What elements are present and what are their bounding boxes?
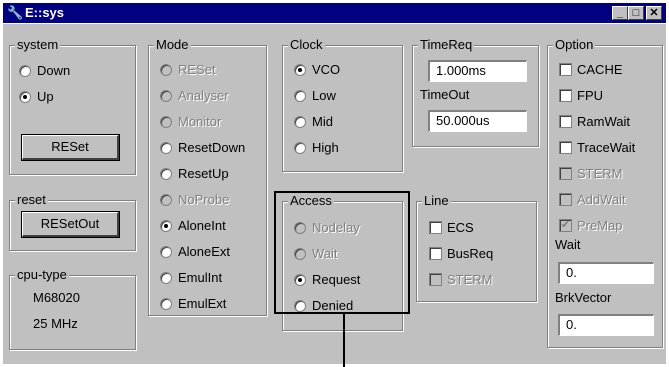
radio-label: ResetDown — [178, 140, 246, 155]
checkbox-label: AddWait — [577, 192, 626, 207]
radio-indicator — [294, 142, 306, 154]
system-group-title: system — [15, 37, 61, 53]
radio-indicator — [160, 298, 172, 310]
radio-label: Mid — [312, 114, 333, 129]
radio-label: NoProbe — [178, 192, 230, 207]
timing-group: TimeReq 1.000ms TimeOut 50.000us — [412, 37, 539, 147]
radio-indicator — [160, 246, 172, 258]
callout-box — [274, 191, 410, 314]
cpu-speed: 25 MHz — [33, 316, 78, 331]
checkbox-label: STERM — [577, 166, 623, 181]
mode-group: Mode RESet Analyser Monitor ResetDown Re… — [148, 37, 267, 316]
radio-indicator — [19, 65, 31, 77]
timeout-input[interactable]: 50.000us — [428, 110, 527, 132]
checkbox-label: CACHE — [577, 62, 623, 77]
radio-indicator — [294, 90, 306, 102]
brkvector-input[interactable]: 0. — [558, 314, 654, 336]
checkbox-label: RamWait — [577, 114, 630, 129]
option-group: Option CACHE FPU RamWait TraceWait STERM — [547, 37, 663, 348]
maximize-button[interactable]: □ — [628, 6, 644, 20]
minimize-button[interactable]: _ — [612, 6, 628, 20]
radio-label: EmulExt — [178, 296, 227, 311]
window-title: E::sys — [25, 5, 65, 20]
cpu-type-group-title: cpu-type — [15, 267, 69, 283]
line-group: Line ECS BusReq STERM — [416, 193, 537, 302]
checkbox-indicator — [559, 89, 572, 102]
radio-indicator — [160, 168, 172, 180]
title-bar[interactable]: 🔧 E::sys _ □ ✕ — [3, 3, 666, 23]
system-group: system Down Up RESet — [9, 37, 136, 175]
clock-group: Clock VCO Low Mid High — [282, 37, 403, 172]
checkbox-indicator — [559, 63, 572, 76]
radio-label: AloneExt — [178, 244, 231, 259]
reset-group: reset RESetOut — [9, 192, 136, 251]
radio-indicator — [160, 116, 172, 128]
timeout-title: TimeOut — [418, 87, 472, 103]
radio-label: Up — [37, 89, 54, 104]
wait-title: Wait — [553, 237, 583, 253]
timereq-title: TimeReq — [418, 37, 475, 53]
radio-indicator — [160, 142, 172, 154]
option-group-title: Option — [553, 37, 596, 53]
checkbox-indicator — [429, 221, 442, 234]
wrench-icon: 🔧 — [7, 5, 24, 20]
checkbox-indicator — [559, 141, 572, 154]
checkbox-label: STERM — [447, 272, 493, 287]
radio-label: VCO — [312, 62, 341, 77]
close-button[interactable]: ✕ — [646, 6, 662, 20]
checkbox-indicator — [559, 167, 572, 180]
radio-label: ResetUp — [178, 166, 229, 181]
wait-input[interactable]: 0. — [558, 262, 654, 284]
checkbox-indicator — [559, 193, 572, 206]
cpu-type-group: cpu-type M68020 25 MHz — [9, 267, 136, 350]
checkbox-label: PreMap — [577, 218, 623, 233]
checkbox-label: BusReq — [447, 246, 494, 261]
checkbox-label: ECS — [447, 220, 474, 235]
radio-indicator — [160, 64, 172, 76]
checkbox-label: FPU — [577, 88, 603, 103]
radio-indicator — [294, 64, 306, 76]
resetout-button[interactable]: RESetOut — [21, 211, 120, 238]
radio-label: Down — [37, 63, 71, 78]
clock-group-title: Clock — [288, 37, 325, 53]
radio-label: High — [312, 140, 339, 155]
timereq-input[interactable]: 1.000ms — [428, 60, 527, 82]
reset-button[interactable]: RESet — [21, 134, 120, 161]
radio-label: AloneInt — [178, 218, 226, 233]
cpu-model: M68020 — [33, 290, 80, 305]
checkbox-indicator: ✔ — [559, 219, 572, 232]
radio-indicator — [294, 116, 306, 128]
radio-label: RESet — [178, 62, 216, 77]
radio-indicator — [160, 272, 172, 284]
mode-group-title: Mode — [154, 37, 191, 53]
radio-label: Monitor — [178, 114, 222, 129]
radio-indicator — [160, 90, 172, 102]
reset-group-title: reset — [15, 192, 48, 208]
checkbox-label: TraceWait — [577, 140, 636, 155]
radio-indicator — [19, 91, 31, 103]
radio-indicator — [160, 220, 172, 232]
callout-line — [343, 314, 345, 367]
window: 🔧 E::sys _ □ ✕ system Down Up RESet rese… — [0, 0, 669, 367]
radio-label: Low — [312, 88, 336, 103]
radio-label: Analyser — [178, 88, 229, 103]
checkbox-indicator — [559, 115, 572, 128]
line-group-title: Line — [422, 193, 451, 209]
brkvector-title: BrkVector — [553, 290, 614, 306]
radio-indicator — [160, 194, 172, 206]
checkbox-indicator — [429, 247, 442, 260]
checkbox-indicator — [429, 273, 442, 286]
radio-label: EmulInt — [178, 270, 223, 285]
